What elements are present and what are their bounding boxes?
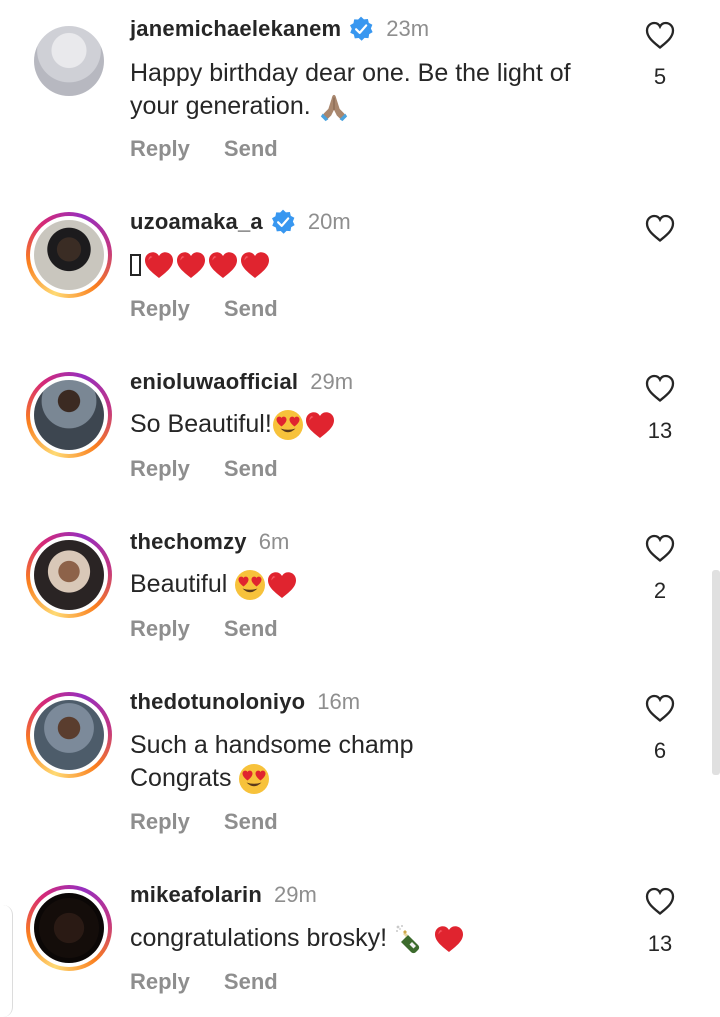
comment-actions: Reply Send	[130, 969, 278, 995]
like-count: 6	[653, 738, 667, 763]
red-heart-icon	[304, 410, 336, 440]
avatar-frame	[30, 536, 108, 614]
like-heart-icon[interactable]	[644, 213, 676, 243]
username-link[interactable]: janemichaelekanem	[130, 16, 341, 42]
username-link[interactable]: thechomzy	[130, 529, 247, 555]
avatar[interactable]	[26, 26, 112, 112]
comment-header: thedotunoloniyo 16m	[130, 687, 360, 717]
reply-button[interactable]: Reply	[130, 809, 190, 835]
comment-text: congratulations brosky!	[130, 922, 610, 955]
folded-hands-icon	[318, 92, 350, 122]
missing-glyph-icon	[130, 254, 141, 277]
red-heart-icon	[239, 250, 271, 280]
heart-eyes-icon	[234, 569, 266, 601]
comment-time: 6m	[258, 529, 290, 554]
like-heart-icon[interactable]	[644, 20, 676, 50]
username-link[interactable]: thedotunoloniyo	[130, 689, 305, 715]
reply-button[interactable]: Reply	[130, 296, 190, 322]
comment-header: mikeafolarin 29m	[130, 880, 317, 910]
reply-button[interactable]: Reply	[130, 969, 190, 995]
comment-text-line2: Congrats	[130, 764, 232, 792]
red-heart-icon	[143, 250, 175, 280]
comment-header: thechomzy 6m	[130, 527, 289, 557]
comment-time: 29m	[274, 882, 317, 907]
send-button[interactable]: Send	[224, 969, 278, 995]
red-heart-icon	[266, 570, 298, 600]
avatar-photo	[34, 540, 104, 610]
avatar[interactable]	[26, 692, 112, 778]
avatar-frame	[30, 696, 108, 774]
comment-actions: Reply Send	[130, 296, 278, 322]
red-heart-icon	[207, 250, 239, 280]
like-heart-icon[interactable]	[644, 886, 676, 916]
like-heart-icon[interactable]	[644, 373, 676, 403]
comment-actions: Reply Send	[130, 616, 278, 642]
comment-header: janemichaelekanem 23m	[130, 14, 429, 44]
reply-button[interactable]: Reply	[130, 136, 190, 162]
avatar[interactable]	[26, 372, 112, 458]
username-link[interactable]: enioluwaofficial	[130, 369, 298, 395]
avatar-frame	[30, 216, 108, 294]
comment-text: Such a handsome champ Congrats	[130, 729, 610, 795]
comment-text-body: Such a handsome champ	[130, 731, 414, 759]
send-button[interactable]: Send	[224, 809, 278, 835]
send-button[interactable]: Send	[224, 136, 278, 162]
avatar-photo	[34, 893, 104, 963]
send-button[interactable]: Send	[224, 296, 278, 322]
comment-text: Beautiful	[130, 568, 610, 601]
red-heart-icon	[175, 250, 207, 280]
avatar[interactable]	[26, 885, 112, 971]
comment-time: 29m	[310, 369, 354, 394]
comment-text-body: Happy birthday dear one. Be the light of…	[130, 59, 571, 120]
avatar-photo	[34, 26, 104, 96]
comment-header: uzoamaka_a 20m	[130, 207, 351, 237]
heart-eyes-icon	[272, 409, 304, 441]
comment-text: So Beautiful!	[130, 408, 610, 441]
avatar-photo	[34, 220, 104, 290]
avatar-frame	[30, 889, 108, 967]
like-count: 5	[653, 64, 667, 89]
comment-text-body: So Beautiful!	[130, 410, 272, 438]
like-heart-icon[interactable]	[644, 533, 676, 563]
red-heart-icon	[433, 924, 465, 954]
heart-eyes-icon	[238, 763, 270, 795]
scrollbar[interactable]	[712, 570, 720, 775]
avatar-photo	[34, 380, 104, 450]
comment-text: Happy birthday dear one. Be the light of…	[130, 57, 610, 123]
comment-time: 16m	[317, 689, 361, 714]
avatar-frame	[34, 26, 104, 96]
avatar-photo	[34, 700, 104, 770]
send-button[interactable]: Send	[224, 456, 278, 482]
reply-button[interactable]: Reply	[130, 456, 190, 482]
champagne-icon	[394, 923, 426, 955]
verified-badge-icon	[348, 16, 374, 42]
comment-header: enioluwaofficial 29m	[130, 367, 353, 397]
avatar[interactable]	[26, 532, 112, 618]
like-count: 13	[647, 931, 673, 956]
like-count: 2	[653, 578, 667, 603]
reply-button[interactable]: Reply	[130, 616, 190, 642]
comment-actions: Reply Send	[130, 809, 278, 835]
like-count: 13	[647, 418, 673, 443]
avatar[interactable]	[26, 212, 112, 298]
comment-text-body: congratulations brosky!	[130, 924, 388, 952]
like-heart-icon[interactable]	[644, 693, 676, 723]
comment-actions: Reply Send	[130, 456, 278, 482]
avatar-frame	[30, 376, 108, 454]
comment-time: 23m	[386, 16, 430, 41]
verified-badge-icon	[270, 209, 296, 235]
send-button[interactable]: Send	[224, 616, 278, 642]
comment-text	[130, 248, 610, 281]
username-link[interactable]: mikeafolarin	[130, 882, 262, 908]
comment-text-body: Beautiful	[130, 570, 228, 598]
comment-actions: Reply Send	[130, 136, 278, 162]
username-link[interactable]: uzoamaka_a	[130, 209, 263, 235]
comment-time: 20m	[307, 209, 351, 234]
side-panel-edge	[0, 905, 13, 1017]
